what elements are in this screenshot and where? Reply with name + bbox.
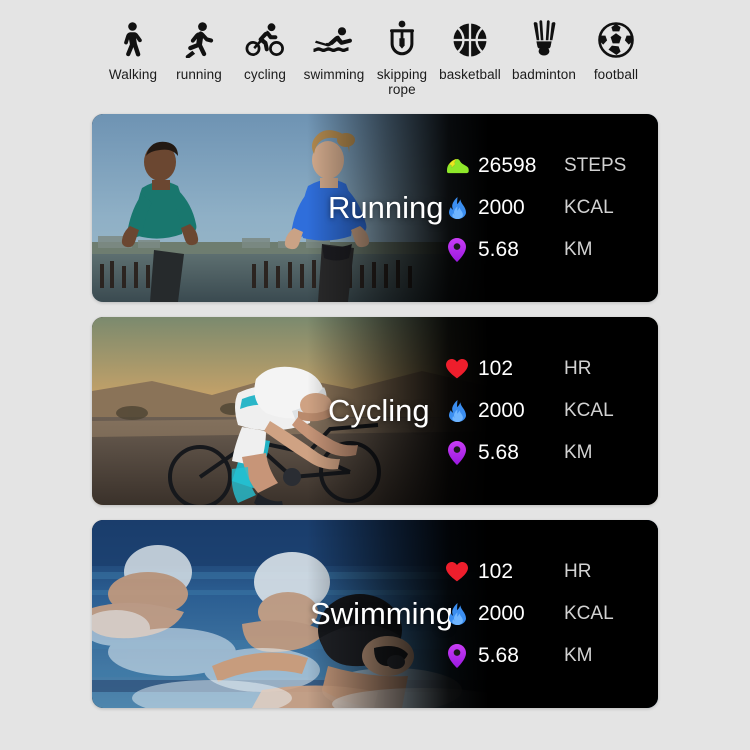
stat-value: 2000: [478, 602, 525, 625]
activity-card-cycling[interactable]: Cycling 102 HR 2000 KCAL 5.68 KM: [92, 317, 658, 505]
heart-icon: [444, 359, 470, 379]
stat-row: 2000 KCAL: [444, 396, 658, 426]
sport-item-swimming[interactable]: swimming: [298, 18, 370, 82]
stat-unit: KM: [564, 442, 593, 463]
stat-row: 5.68 KM: [444, 438, 658, 468]
sport-item-walking[interactable]: Walking: [100, 18, 166, 82]
stat-unit: HR: [564, 358, 592, 379]
stat-row: 2000 KCAL: [444, 599, 658, 629]
stat-value: 5.68: [478, 238, 519, 261]
stat-row: 5.68 KM: [444, 641, 658, 671]
sport-item-running[interactable]: running: [166, 18, 232, 82]
card-title: Running: [328, 190, 444, 225]
activity-card-running[interactable]: Running 26598 STEPS 2000 KCAL 5.68 KM: [92, 114, 658, 302]
activity-card-swimming[interactable]: Swimming 102 HR 2000 KCAL 5.68 KM: [92, 520, 658, 708]
sport-label: running: [176, 67, 222, 82]
stat-value: 5.68: [478, 644, 519, 667]
sport-label: Walking: [108, 67, 158, 82]
stat-row: 26598 STEPS: [444, 151, 658, 181]
basketball-icon: [452, 18, 488, 62]
sport-item-skipping-rope[interactable]: skipping rope: [370, 18, 434, 97]
sport-label: cycling: [244, 67, 286, 82]
flame-icon: [444, 400, 470, 422]
activity-card-list: Running 26598 STEPS 2000 KCAL 5.68 KM Cy…: [0, 114, 750, 708]
pin-icon: [444, 238, 470, 262]
football-icon: [598, 18, 634, 62]
sports-mode-bar: Walking running cycling swimming skippin…: [0, 0, 750, 97]
stat-unit: HR: [564, 561, 592, 582]
pin-icon: [444, 644, 470, 668]
stat-value: 2000: [478, 196, 525, 219]
sport-item-basketball[interactable]: basketball: [434, 18, 506, 82]
stat-value: 5.68: [478, 441, 519, 464]
sport-label: football: [593, 67, 639, 82]
running-icon: [182, 18, 216, 62]
stat-unit: KCAL: [564, 400, 614, 421]
skipping-rope-icon: [386, 18, 418, 62]
stat-unit: STEPS: [564, 155, 627, 176]
stat-row: 102 HR: [444, 557, 658, 587]
stat-row: 5.68 KM: [444, 235, 658, 265]
cycling-icon: [245, 18, 285, 62]
walking-icon: [118, 18, 148, 62]
flame-icon: [444, 603, 470, 625]
stat-value: 102: [478, 560, 514, 583]
sport-item-football[interactable]: football: [582, 18, 650, 82]
stat-row: 102 HR: [444, 354, 658, 384]
swimming-icon: [311, 18, 357, 62]
sport-label: basketball: [439, 67, 501, 82]
stat-unit: KCAL: [564, 603, 614, 624]
stat-unit: KM: [564, 645, 593, 666]
heart-icon: [444, 562, 470, 582]
stat-row: 2000 KCAL: [444, 193, 658, 223]
sport-label: swimming: [303, 67, 365, 82]
card-title: Cycling: [328, 393, 430, 428]
card-stats: 26598 STEPS 2000 KCAL 5.68 KM: [428, 114, 658, 302]
stat-unit: KCAL: [564, 197, 614, 218]
sport-item-badminton[interactable]: badminton: [506, 18, 582, 82]
stat-value: 102: [478, 357, 514, 380]
sport-label: badminton: [512, 67, 576, 82]
flame-icon: [444, 197, 470, 219]
sport-item-cycling[interactable]: cycling: [232, 18, 298, 82]
sport-label: skipping rope: [376, 67, 428, 97]
stat-unit: KM: [564, 239, 593, 260]
stat-value: 26598: [478, 154, 537, 177]
stat-value: 2000: [478, 399, 525, 422]
pin-icon: [444, 441, 470, 465]
badminton-icon: [528, 18, 560, 62]
card-stats: 102 HR 2000 KCAL 5.68 KM: [428, 317, 658, 505]
card-stats: 102 HR 2000 KCAL 5.68 KM: [428, 520, 658, 708]
sneaker-icon: [444, 157, 470, 175]
